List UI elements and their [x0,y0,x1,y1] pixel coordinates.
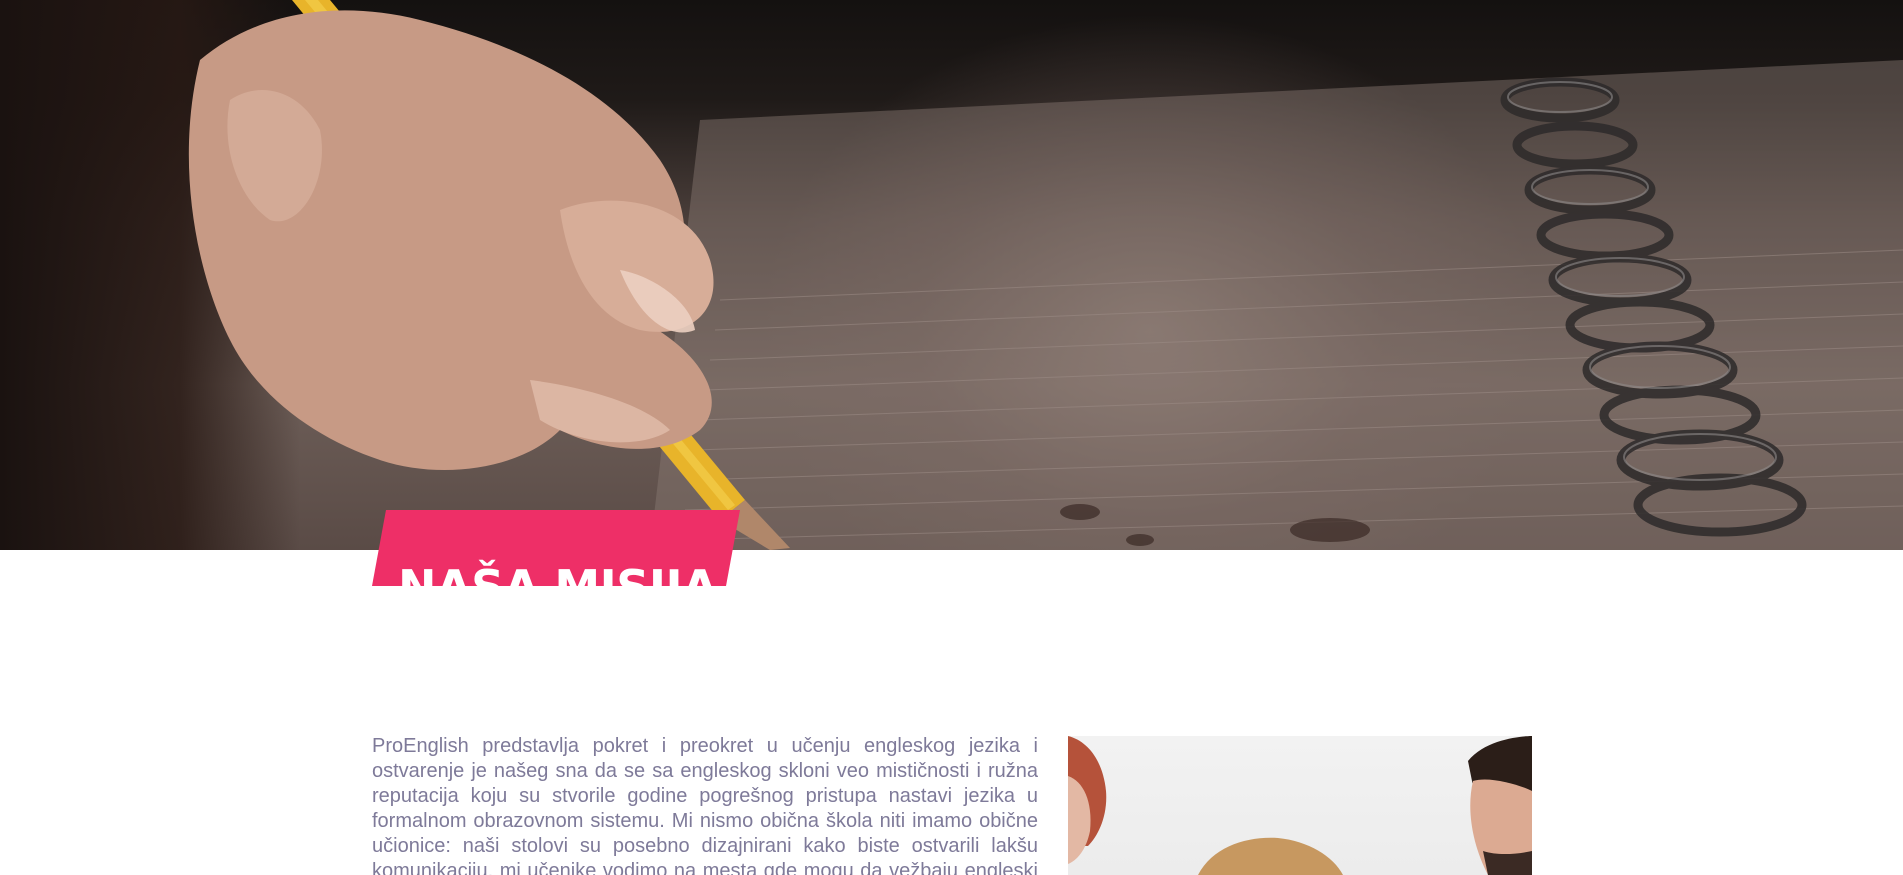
hero-image [0,0,1903,550]
page: NAŠA MISIJA ProEnglish predstavlja pokre… [0,0,1903,875]
mission-paragraph: ProEnglish predstavlja pokret i preokret… [372,735,1038,875]
hero-illustration [188,0,1903,550]
mission-heading-badge: NAŠA MISIJA [372,510,740,614]
classroom-illustration [1068,736,1532,875]
classroom-photo [1068,736,1532,875]
mission-title: NAŠA MISIJA [398,560,718,615]
